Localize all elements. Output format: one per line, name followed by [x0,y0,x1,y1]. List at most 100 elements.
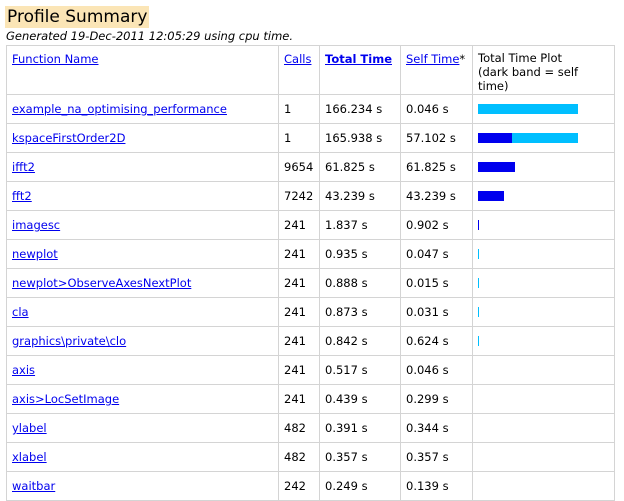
self-time-cell: 61.825 s [400,152,473,182]
time-plot-cell [472,326,615,356]
total-time-cell: 0.873 s [319,297,401,327]
table-row: xlabel 482 0.357 s 0.357 s [6,442,615,472]
time-bar [478,220,608,230]
function-link[interactable]: ifft2 [12,160,35,174]
time-bar [478,423,608,433]
calls-cell: 1 [278,123,320,153]
table-row: cla 241 0.873 s 0.031 s [6,297,615,327]
total-time-cell: 166.234 s [319,94,401,124]
sort-by-function-name-link[interactable]: Function Name [12,52,99,66]
time-plot-cell [472,297,615,327]
function-link[interactable]: newplot>ObserveAxesNextPlot [12,276,191,290]
self-time-cell: 0.046 s [400,355,473,385]
table-row: newplot>ObserveAxesNextPlot 241 0.888 s 0.0… [6,268,615,298]
header-total-time: Total Time [319,45,401,95]
time-plot-cell [472,355,615,385]
total-time-cell: 0.391 s [319,413,401,443]
function-link[interactable]: graphics\private\clo [12,334,126,348]
plot-header-note: (dark band = self time) [478,65,579,93]
time-bar [478,365,608,375]
header-function-name: Function Name [6,45,279,95]
table-row: graphics\private\clo 241 0.842 s 0.624 s [6,326,615,356]
function-link[interactable]: newplot [12,247,58,261]
self-time-cell: 0.902 s [400,210,473,240]
total-time-cell: 0.517 s [319,355,401,385]
function-link[interactable]: axis [12,363,35,377]
time-plot-cell [472,384,615,414]
time-bar [478,481,608,491]
function-name-cell: newplot [6,239,279,269]
total-time-cell: 0.249 s [319,471,401,501]
function-name-cell: imagesc [6,210,279,240]
total-time-cell: 61.825 s [319,152,401,182]
self-time-cell: 0.344 s [400,413,473,443]
self-time-cell: 0.047 s [400,239,473,269]
time-plot-cell [472,152,615,182]
function-link[interactable]: axis>LocSetImage [12,392,119,406]
time-plot-cell [472,123,615,153]
function-link[interactable]: xlabel [12,450,47,464]
function-name-cell: fft2 [6,181,279,211]
time-bar [478,191,608,201]
table-row: axis 241 0.517 s 0.046 s [6,355,615,385]
self-time-cell: 0.046 s [400,94,473,124]
sort-by-total-time-link[interactable]: Total Time [325,52,392,66]
total-time-cell: 1.837 s [319,210,401,240]
self-time-bar [478,191,504,201]
function-name-cell: example_na_optimising_performance [6,94,279,124]
function-name-cell: cla [6,297,279,327]
self-time-bar [478,133,512,143]
calls-cell: 482 [278,442,320,472]
function-name-cell: kspaceFirstOrder2D [6,123,279,153]
function-link[interactable]: cla [12,305,29,319]
function-link[interactable]: fft2 [12,189,32,203]
time-bar [478,278,608,288]
table-row: newplot 241 0.935 s 0.047 s [6,239,615,269]
self-time-cell: 57.102 s [400,123,473,153]
time-plot-cell [472,413,615,443]
table-row: axis>LocSetImage 241 0.439 s 0.299 s [6,384,615,414]
header-self-time: Self Time* [400,45,473,95]
time-plot-cell [472,210,615,240]
table-row: fft2 7242 43.239 s 43.239 s [6,181,615,211]
header-calls: Calls [278,45,320,95]
total-time-bar [478,336,479,346]
time-bar [478,162,608,172]
calls-cell: 7242 [278,181,320,211]
function-link[interactable]: ylabel [12,421,47,435]
self-time-footnote-mark: * [459,52,466,66]
total-time-cell: 165.938 s [319,123,401,153]
table-row: ifft2 9654 61.825 s 61.825 s [6,152,615,182]
time-bar [478,452,608,462]
self-time-bar [478,162,515,172]
time-bar [478,133,608,143]
function-link[interactable]: imagesc [12,218,60,232]
profile-summary-page: { "page": { "title": "Profile Summary", … [0,0,624,501]
time-bar [478,249,608,259]
table-row: kspaceFirstOrder2D 1 165.938 s 57.102 s [6,123,615,153]
profile-table: Function Name Calls Total Time Self Time… [6,45,615,501]
function-name-cell: axis>LocSetImage [6,384,279,414]
calls-cell: 241 [278,268,320,298]
table-row: imagesc 241 1.837 s 0.902 s [6,210,615,240]
table-row: example_na_optimising_performance 1 166.23… [6,94,615,124]
function-link[interactable]: example_na_optimising_performance [12,102,227,116]
function-link[interactable]: kspaceFirstOrder2D [12,131,125,145]
time-plot-cell [472,442,615,472]
calls-cell: 241 [278,384,320,414]
calls-cell: 9654 [278,152,320,182]
sort-by-calls-link[interactable]: Calls [284,52,311,66]
header-row: Function Name Calls Total Time Self Time… [6,45,615,95]
plot-header-title: Total Time Plot [478,51,562,65]
time-bar [478,394,608,404]
function-link[interactable]: waitbar [12,479,55,493]
table-row: ylabel 482 0.391 s 0.344 s [6,413,615,443]
total-time-bar [478,278,479,288]
self-time-cell: 0.624 s [400,326,473,356]
header-total-time-plot: Total Time Plot (dark band = self time) [472,45,615,95]
sort-by-self-time-link[interactable]: Self Time [406,52,459,66]
calls-cell: 241 [278,355,320,385]
page-title: Profile Summary [5,6,150,28]
self-time-cell: 43.239 s [400,181,473,211]
time-bar [478,336,608,346]
